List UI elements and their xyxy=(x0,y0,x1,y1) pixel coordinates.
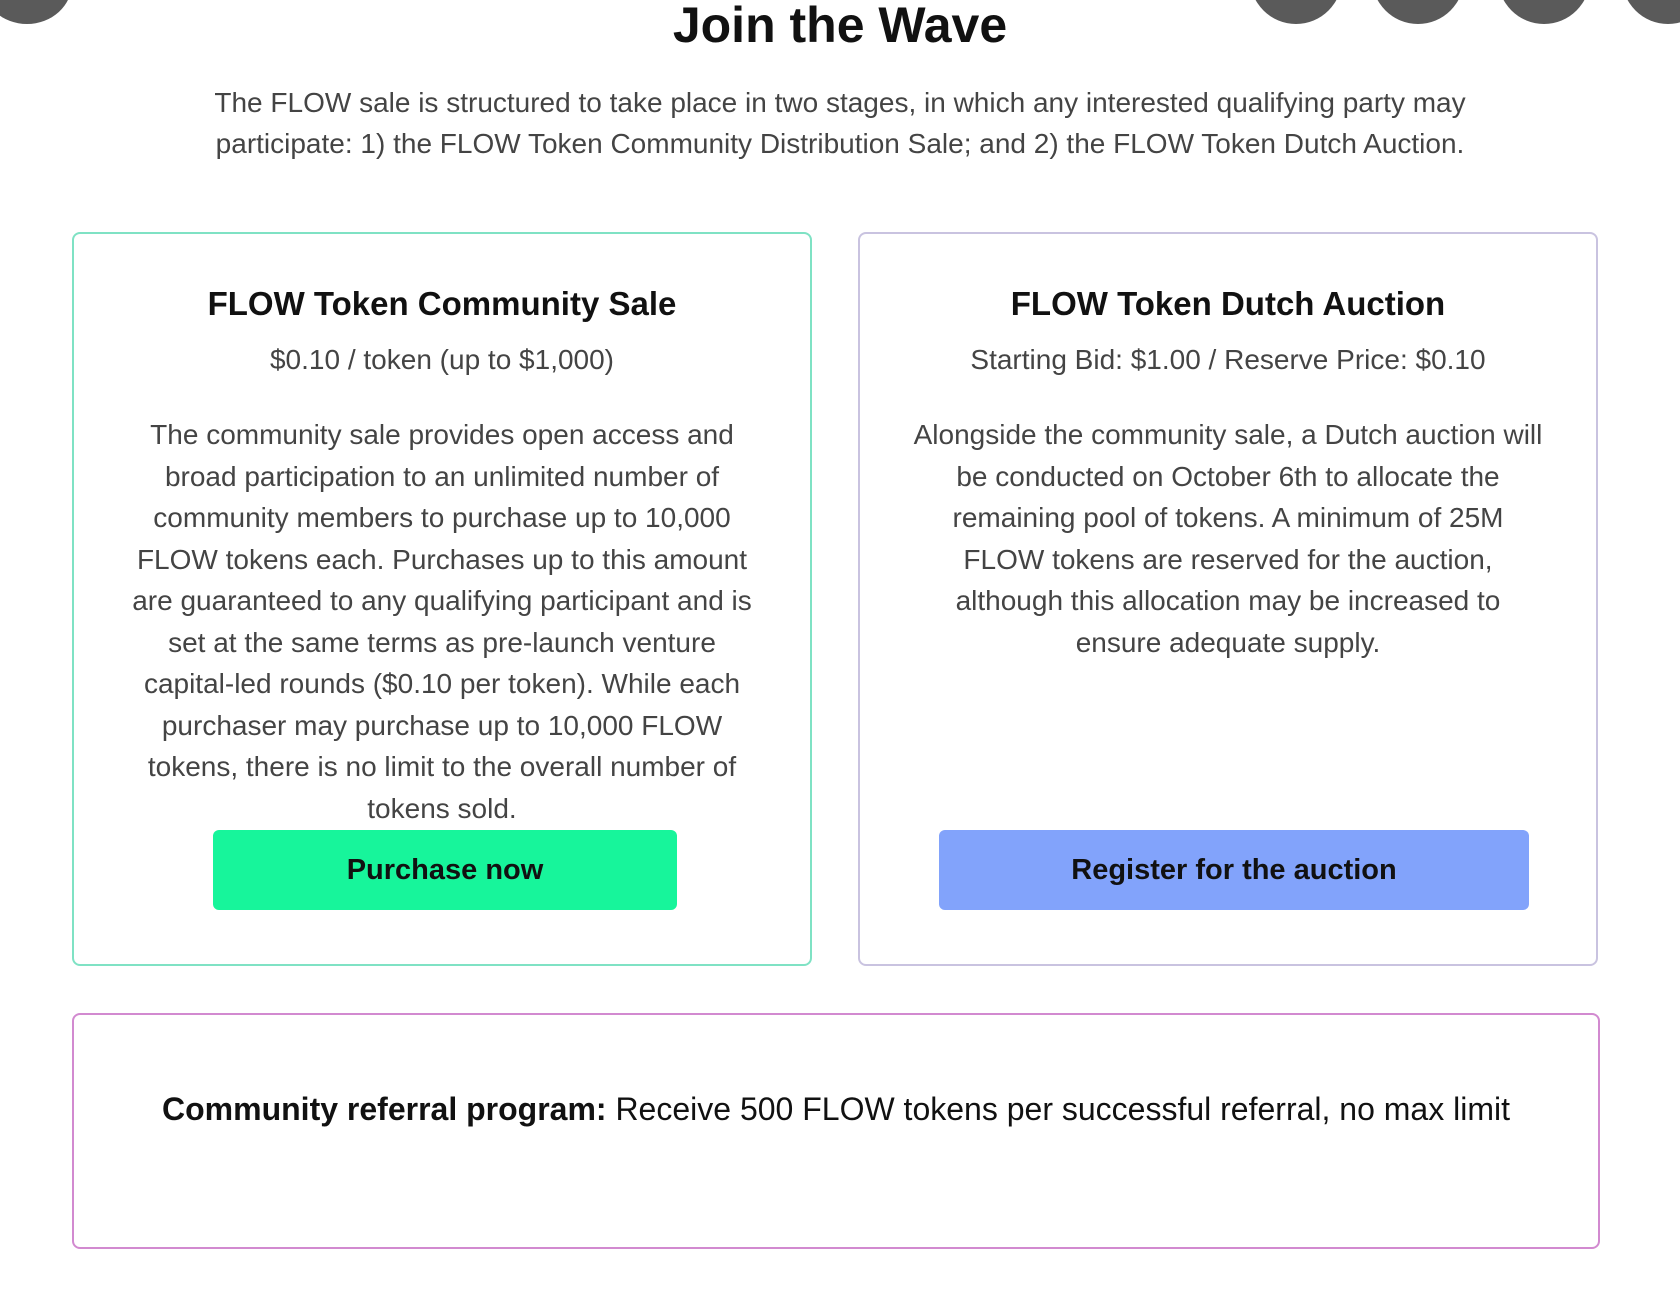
card-price: Starting Bid: $1.00 / Reserve Price: $0.… xyxy=(970,344,1486,375)
card-title: FLOW Token Dutch Auction xyxy=(1010,285,1446,322)
page-title: Join the Wave xyxy=(672,0,1008,53)
referral-text: Community referral program: Receive 500 … xyxy=(134,1085,1538,1134)
card-price: $0.10 / token (up to $1,000) xyxy=(269,344,615,375)
referral-description: Receive 500 FLOW tokens per successful r… xyxy=(615,1091,1510,1127)
card-description: Alongside the community sale, a Dutch au… xyxy=(913,419,1543,658)
dutch-auction-card: FLOW Token Dutch Auction Starting Bid: $… xyxy=(858,232,1598,966)
intro-text: The FLOW sale is structured to take plac… xyxy=(214,87,1466,159)
purchase-now-button[interactable]: Purchase now xyxy=(213,830,677,910)
card-title: FLOW Token Community Sale xyxy=(207,285,677,322)
community-sale-card: FLOW Token Community Sale $0.10 / token … xyxy=(72,232,812,966)
register-auction-button[interactable]: Register for the auction xyxy=(939,830,1529,910)
referral-label: Community referral program: xyxy=(162,1091,607,1127)
card-description: The community sale provides open access … xyxy=(132,419,752,824)
referral-program-box: Community referral program: Receive 500 … xyxy=(72,1013,1600,1249)
